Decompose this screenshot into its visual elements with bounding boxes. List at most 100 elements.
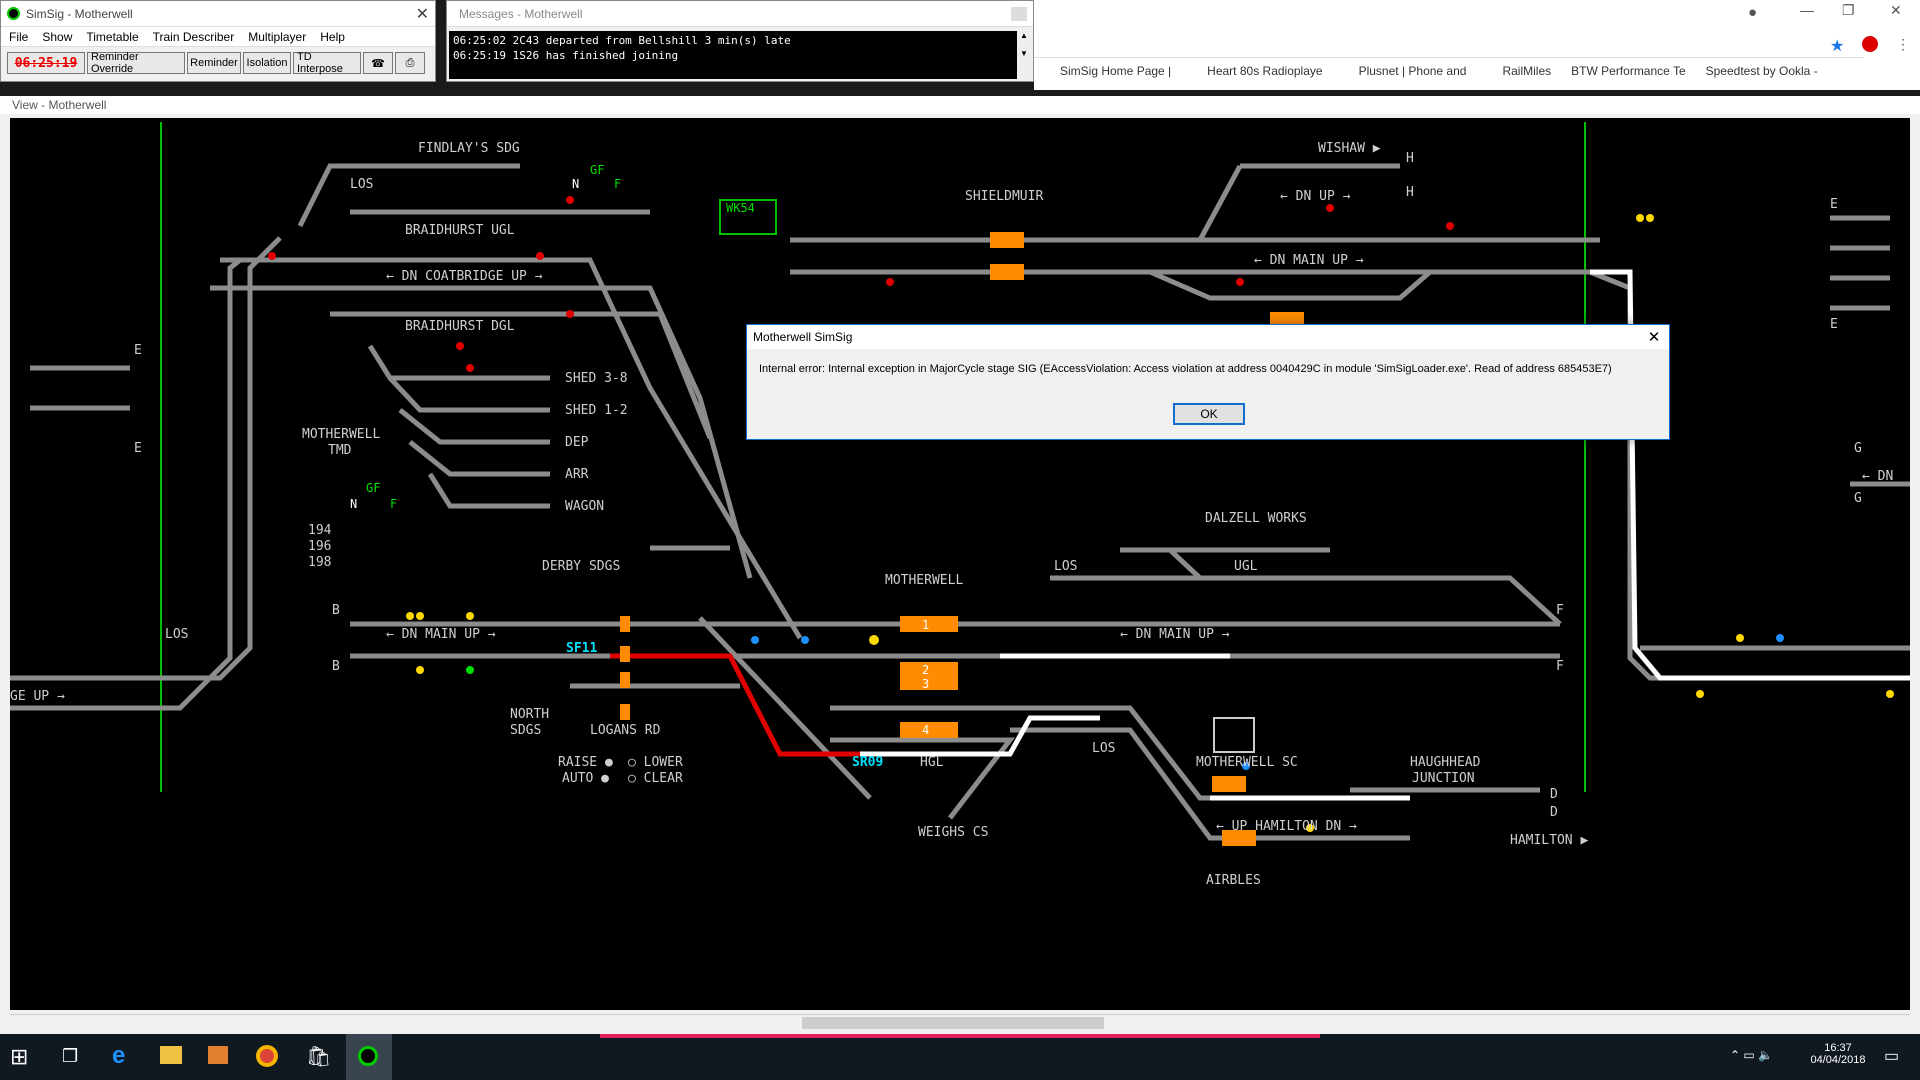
label-findlays: FINDLAY'S SDG — [418, 141, 520, 156]
restore-icon[interactable]: ❐ — [1842, 2, 1855, 19]
berth-sf11: SF11 — [566, 641, 597, 656]
error-dialog: Motherwell SimSig ✕ Internal error: Inte… — [746, 324, 1670, 440]
isolation-button[interactable]: Isolation — [243, 52, 291, 74]
menu-timetable[interactable]: Timetable — [86, 30, 138, 44]
label-los1: LOS — [350, 177, 373, 192]
minimize-icon[interactable]: — — [1800, 2, 1814, 18]
browser-close-icon[interactable]: ✕ — [1890, 2, 1902, 19]
label-dn-main-up-1: ← DN MAIN UP → — [386, 627, 496, 642]
address-bar[interactable] — [1034, 32, 1864, 58]
label-motherwell-tmd: MOTHERWELL — [302, 427, 380, 442]
label-dn-right: ← DN — [1862, 469, 1893, 484]
lower-button[interactable]: ○ LOWER — [628, 755, 683, 770]
label-los4: LOS — [1092, 741, 1115, 756]
store-icon[interactable]: 🛍 — [306, 1044, 331, 1069]
windows-start-icon[interactable]: ⊞ — [10, 1044, 28, 1070]
taskbar-time: 16:37 — [1824, 1042, 1852, 1054]
menu-multiplayer[interactable]: Multiplayer — [248, 30, 306, 44]
main-titlebar[interactable]: SimSig - Motherwell ✕ — [1, 1, 435, 27]
label-junction: JUNCTION — [1412, 771, 1475, 786]
berth-3: 3 — [922, 677, 929, 691]
taskbar-clock[interactable]: 16:37 04/04/2018 — [1810, 1042, 1866, 1066]
bookmark-btw[interactable]: BTW Performance Te — [1571, 64, 1685, 86]
bookmark-railmiles[interactable]: RailMiles — [1486, 64, 1551, 86]
reminder-button[interactable]: Reminder — [187, 52, 241, 74]
adblock-icon[interactable] — [1862, 36, 1878, 52]
bookmark-plusnet[interactable]: Plusnet | Phone and — [1343, 64, 1467, 86]
label-los3: LOS — [1054, 559, 1077, 574]
bookmarks-bar: SimSig Home Page | Heart 80s Radioplaye … — [1042, 64, 1920, 86]
label-dn-up: ← DN UP → — [1280, 189, 1351, 204]
chrome-icon[interactable] — [256, 1045, 278, 1067]
horizontal-scrollbar[interactable] — [10, 1014, 1910, 1030]
clear-button[interactable]: ○ CLEAR — [628, 771, 683, 786]
label-b2: B — [332, 659, 340, 674]
dialog-titlebar[interactable]: Motherwell SimSig ✕ — [747, 325, 1669, 349]
label-wagon: WAGON — [565, 499, 604, 514]
label-e2: E — [134, 441, 142, 456]
dialog-close-icon[interactable]: ✕ — [1639, 328, 1669, 346]
reminder-override-button[interactable]: Reminder Override — [87, 51, 185, 75]
bookmark-speedtest[interactable]: Speedtest by Ookla - — [1706, 64, 1818, 86]
main-window: SimSig - Motherwell ✕ File Show Timetabl… — [0, 0, 436, 82]
menu-help[interactable]: Help — [320, 30, 345, 44]
scrollbar-thumb[interactable] — [802, 1017, 1104, 1029]
simsig-taskbar-icon[interactable] — [346, 1034, 392, 1080]
bookmark-star-icon[interactable]: ★ — [1830, 36, 1844, 56]
dialog-ok-button[interactable]: OK — [1173, 403, 1245, 425]
menu-file[interactable]: File — [9, 30, 28, 44]
label-hgl: HGL — [920, 755, 944, 770]
label-ugl: UGL — [1234, 559, 1258, 574]
message-line: 06:25:02 2C43 departed from Bellshill 3 … — [453, 34, 791, 47]
edge-icon[interactable]: e — [112, 1042, 125, 1070]
label-sdgs: SDGS — [510, 723, 541, 738]
raise-button[interactable]: RAISE ● — [558, 755, 613, 770]
dialog-title: Motherwell SimSig — [753, 330, 853, 344]
label-196: 196 — [308, 539, 331, 554]
simsig-logo-icon — [7, 7, 20, 20]
messages-titlebar[interactable]: Messages - Motherwell — [447, 1, 1033, 27]
close-icon[interactable]: ✕ — [416, 4, 429, 24]
label-shed12: SHED 1-2 — [565, 403, 628, 418]
label-motherwell-sc: MOTHERWELL SC — [1196, 755, 1298, 770]
task-view-icon[interactable]: ❐ — [62, 1046, 78, 1067]
bookmark-heart[interactable]: Heart 80s Radioplaye — [1191, 64, 1322, 86]
account-icon[interactable]: ● — [1748, 4, 1757, 21]
main-title: SimSig - Motherwell — [26, 6, 133, 21]
tray-icons[interactable]: ⌃ ▭ 🔈 — [1730, 1048, 1773, 1062]
td-interpose-button[interactable]: TD Interpose — [293, 51, 361, 75]
file-explorer-icon[interactable] — [160, 1046, 182, 1064]
messages-scrollbar[interactable]: ▲ ▼ — [1017, 31, 1031, 79]
label-dn-coatbridge: ← DN COATBRIDGE UP → — [386, 269, 543, 284]
menu-train-describer[interactable]: Train Describer — [153, 30, 235, 44]
signal-box-icon — [1213, 717, 1255, 753]
browser-chrome: ● — ❐ ✕ ★ ⋮ SimSig Home Page | Heart 80s… — [1034, 0, 1920, 90]
signalling-panel[interactable]: FINDLAY'S SDG LOS BRAIDHURST UGL ← DN CO… — [10, 118, 1910, 1010]
label-los2: LOS — [165, 627, 188, 642]
berth-sr09: SR09 — [852, 755, 883, 770]
berth-2: 2 — [922, 663, 929, 677]
media-player-icon[interactable] — [208, 1046, 228, 1064]
label-b1: B — [332, 603, 340, 618]
messages-list[interactable]: 06:25:02 2C43 departed from Bellshill 3 … — [449, 31, 1019, 79]
clock-display[interactable]: 06:25:19 — [7, 52, 85, 74]
menu-show[interactable]: Show — [42, 30, 72, 44]
auto-button[interactable]: AUTO ● — [562, 771, 609, 786]
label-gf2: GF — [366, 481, 380, 495]
label-f1: F — [614, 177, 621, 191]
label-dn-main-up-2: ← DN MAIN UP → — [1120, 627, 1230, 642]
label-weighs: WEIGHS CS — [918, 825, 988, 840]
label-dalzell: DALZELL WORKS — [1205, 511, 1307, 526]
printer-icon[interactable]: ⎙ — [395, 52, 425, 74]
view-title: View - Motherwell — [0, 96, 1920, 114]
label-dn-main-up-3: ← DN MAIN UP → — [1254, 253, 1364, 268]
set-route-red — [610, 653, 860, 757]
main-menubar: File Show Timetable Train Describer Mult… — [1, 27, 435, 47]
telephone-icon[interactable]: ☎ — [363, 52, 393, 74]
browser-menu-icon[interactable]: ⋮ — [1896, 36, 1910, 53]
messages-close-icon[interactable] — [1011, 6, 1027, 21]
messages-window: Messages - Motherwell 06:25:02 2C43 depa… — [446, 0, 1034, 82]
bookmark-simsig[interactable]: SimSig Home Page | — [1042, 64, 1171, 86]
notifications-icon[interactable]: ▭ — [1884, 1046, 1899, 1066]
label-n1: N — [572, 177, 579, 191]
